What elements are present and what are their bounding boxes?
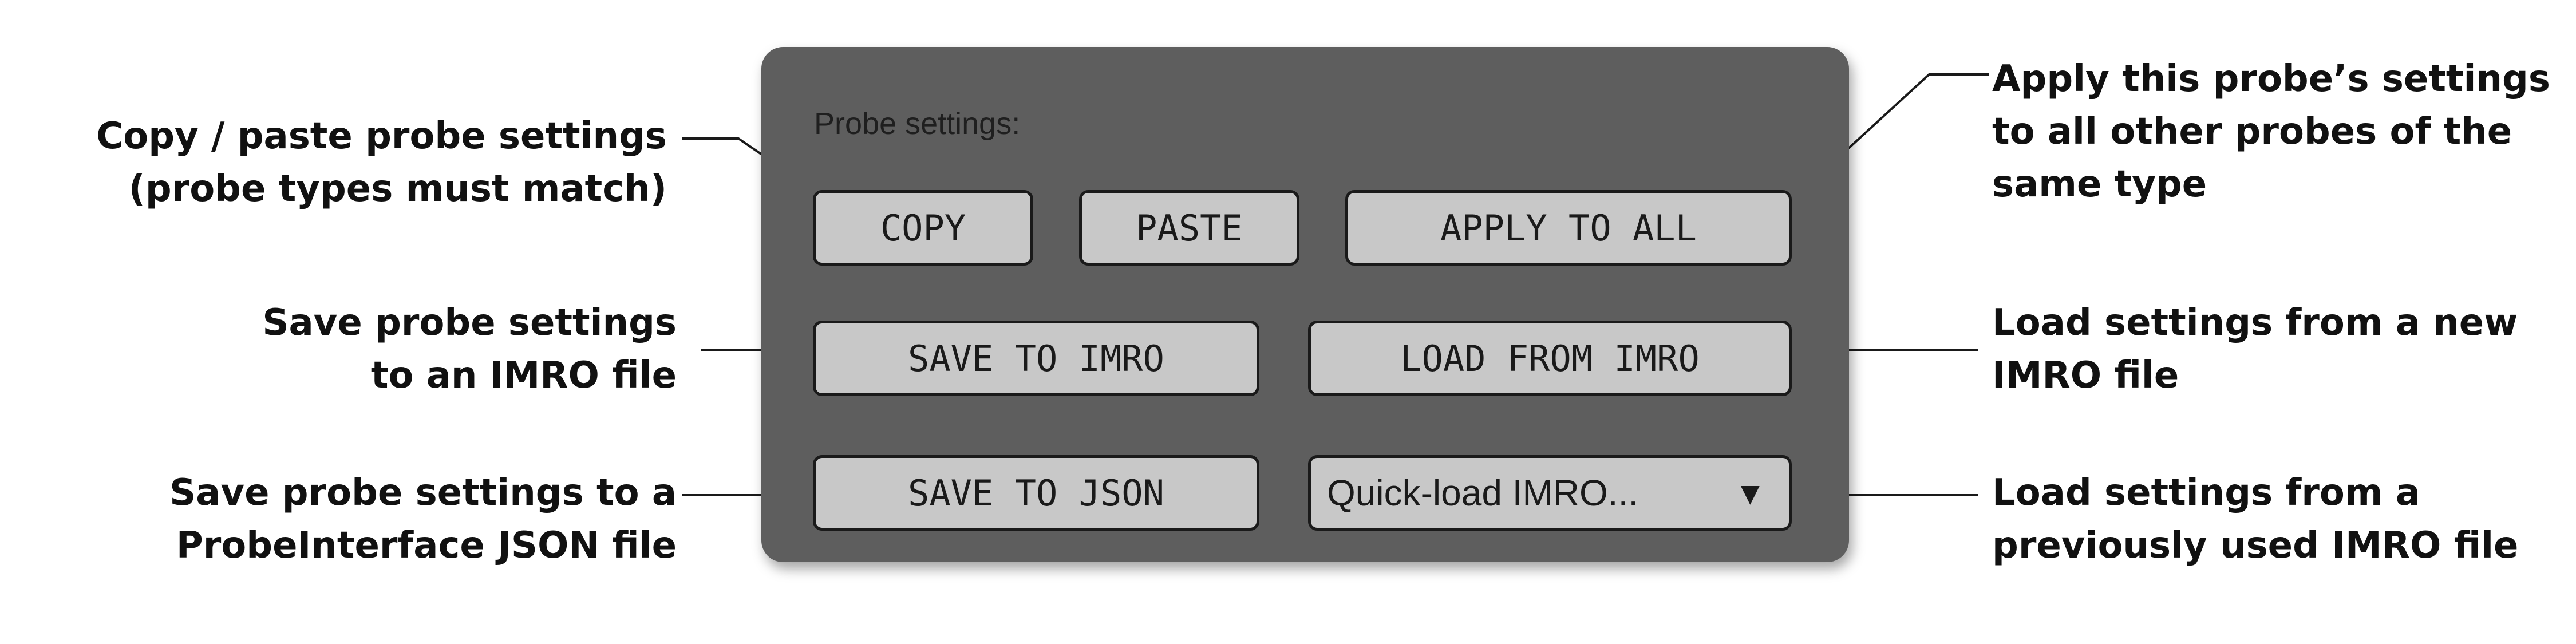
annotation-line: Load settings from a new — [1992, 302, 2518, 344]
annotation-line: Copy / paste probe settings — [96, 115, 667, 157]
annotation-line: Apply this probe’s settings — [1992, 58, 2550, 100]
load-from-imro-button[interactable]: LOAD FROM IMRO — [1308, 321, 1792, 396]
annotation-load-imro: Load settings from a new IMRO file — [1992, 297, 2518, 402]
annotation-save-imro: Save probe settings to an IMRO file — [262, 297, 677, 402]
annotation-line: to all other probes of the — [1992, 110, 2512, 153]
panel-title: Probe settings: — [814, 106, 1021, 141]
annotation-apply: Apply this probe’s settings to all other… — [1992, 53, 2550, 211]
annotation-line: previously used IMRO file — [1992, 524, 2519, 567]
annotation-line: ProbeInterface JSON file — [176, 524, 677, 567]
annotation-quick-load: Load settings from a previously used IMR… — [1992, 467, 2518, 572]
chevron-down-icon: ▼ — [1734, 475, 1766, 511]
annotation-save-json: Save probe settings to a ProbeInterface … — [169, 467, 677, 572]
annotation-line: same type — [1992, 163, 2207, 206]
paste-button[interactable]: PASTE — [1079, 190, 1299, 266]
annotation-line: (probe types must match) — [128, 168, 667, 210]
annotation-line: IMRO file — [1992, 354, 2179, 397]
save-to-json-button[interactable]: SAVE TO JSON — [813, 455, 1259, 531]
quick-load-label: Quick-load IMRO... — [1327, 472, 1639, 513]
annotation-line: Save probe settings to a — [169, 472, 677, 514]
copy-button[interactable]: COPY — [813, 190, 1033, 266]
apply-to-all-button[interactable]: APPLY TO ALL — [1345, 190, 1792, 266]
annotation-line: to an IMRO file — [370, 354, 677, 397]
quick-load-imro-dropdown[interactable]: Quick-load IMRO... ▼ — [1308, 455, 1792, 531]
annotation-copy-paste: Copy / paste probe settings (probe types… — [96, 110, 667, 215]
annotation-line: Save probe settings — [262, 302, 677, 344]
save-to-imro-button[interactable]: SAVE TO IMRO — [813, 321, 1259, 396]
annotation-line: Load settings from a — [1992, 472, 2420, 514]
